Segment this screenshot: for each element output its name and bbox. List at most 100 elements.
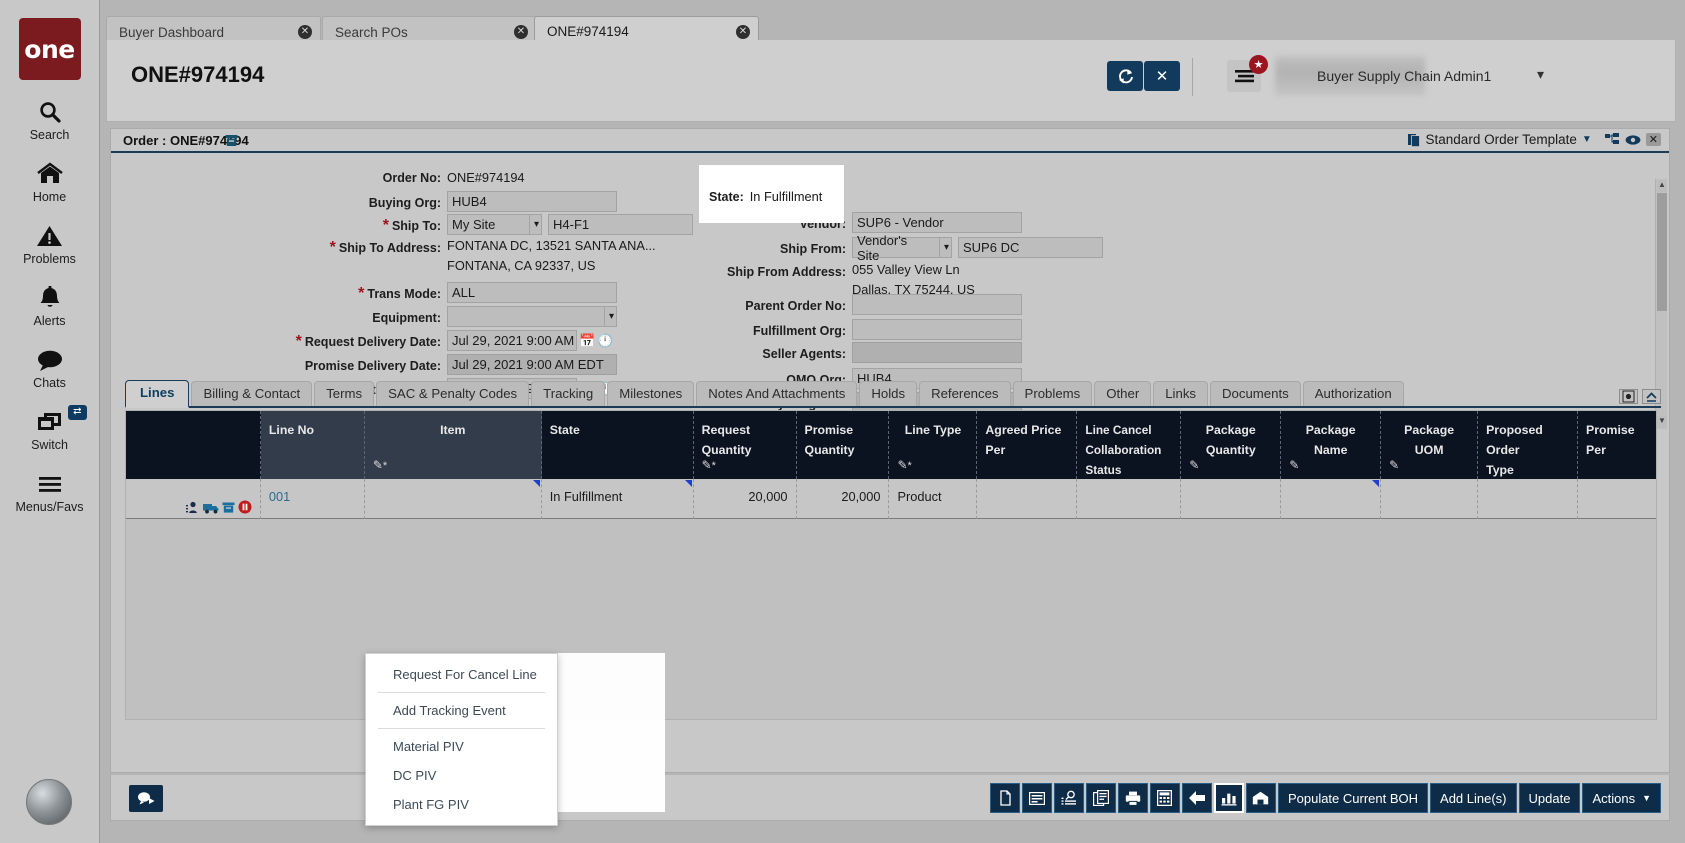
edit-icon[interactable]: ✎ xyxy=(1189,458,1199,472)
tab-lines[interactable]: Lines xyxy=(125,380,189,408)
close-icon[interactable]: ✕ xyxy=(736,25,750,39)
sidebar-item-home[interactable]: Home xyxy=(0,159,100,204)
menu-item-add-tracking-event[interactable]: Add Tracking Event xyxy=(366,696,557,725)
grid-col-request-quantity[interactable]: Request Quantity ✎* xyxy=(694,411,797,479)
sidebar-item-problems[interactable]: Problems xyxy=(0,221,100,266)
cell-package-uom[interactable] xyxy=(1381,479,1478,519)
close-icon[interactable]: ✕ xyxy=(1646,133,1661,146)
tab-terms[interactable]: Terms xyxy=(314,381,374,406)
cell-line-no[interactable]: 001 xyxy=(261,479,365,519)
cell-package-name[interactable] xyxy=(1281,479,1381,519)
tab-other[interactable]: Other xyxy=(1094,381,1151,406)
edit-icon[interactable]: ✎ xyxy=(1289,458,1299,472)
sidebar-item-menus-favs[interactable]: Menus/Favs xyxy=(0,469,100,514)
cell-line-type[interactable]: Product xyxy=(889,479,977,519)
grid-col-promise-quantity[interactable]: Promise Quantity xyxy=(797,411,890,479)
cell-line-cancel-status[interactable] xyxy=(1077,479,1181,519)
close-page-button[interactable]: ✕ xyxy=(1144,61,1180,91)
template-label[interactable]: Standard Order Template xyxy=(1426,132,1577,147)
tab-links[interactable]: Links xyxy=(1153,381,1208,406)
calendar-icon[interactable]: 📅 xyxy=(579,333,595,349)
grid-col-promise-per[interactable]: Promise Per xyxy=(1578,411,1656,479)
chevron-down-icon[interactable]: ▾ xyxy=(1537,66,1544,83)
input-ship-from-site[interactable]: SUP6 DC xyxy=(958,237,1103,258)
pause-circle-icon[interactable] xyxy=(238,500,252,514)
input-parent-order-no[interactable] xyxy=(852,294,1022,315)
tab-notes-and-attachments[interactable]: Notes And Attachments xyxy=(696,381,857,406)
actions-button[interactable]: Actions ▼ xyxy=(1582,783,1661,813)
menu-item-request-for-cancel-line[interactable]: Request For Cancel Line xyxy=(366,660,557,689)
populate-current-boh-button[interactable]: Populate Current BOH xyxy=(1278,783,1428,813)
grid-col-package-name[interactable]: Package Name ✎ xyxy=(1281,411,1381,479)
tab-references[interactable]: References xyxy=(919,381,1010,406)
add-lines-button[interactable]: Add Line(s) xyxy=(1430,783,1516,813)
update-button[interactable]: Update xyxy=(1519,783,1581,813)
menu-item-material-piv[interactable]: Material PIV xyxy=(366,732,557,761)
sidebar-item-alerts[interactable]: Alerts xyxy=(0,283,100,328)
chevron-down-icon[interactable]: ▼ xyxy=(1582,134,1592,145)
sidebar-item-switch[interactable]: ⇄ Switch xyxy=(0,407,100,452)
input-fulfillment-org[interactable] xyxy=(852,319,1022,340)
refresh-button[interactable] xyxy=(1107,61,1143,91)
grid-col-line-no[interactable]: Line No xyxy=(261,411,365,479)
select-ship-to-type[interactable]: My Site ▾ xyxy=(447,214,542,235)
input-buying-org[interactable]: HUB4 xyxy=(447,191,617,212)
close-icon[interactable]: ✕ xyxy=(514,25,528,39)
warehouse-button[interactable] xyxy=(1246,783,1276,813)
cell-state[interactable]: In Fulfillment xyxy=(542,479,694,519)
eye-icon[interactable] xyxy=(1625,134,1641,146)
tab-sac-penalty-codes[interactable]: SAC & Penalty Codes xyxy=(376,381,529,406)
cell-item[interactable] xyxy=(365,479,542,519)
grid-col-proposed-order-type[interactable]: Proposed Order Type xyxy=(1478,411,1578,479)
sidebar-item-search[interactable]: Search xyxy=(0,97,100,142)
copy-button[interactable] xyxy=(990,783,1020,813)
close-icon[interactable]: ✕ xyxy=(298,25,312,39)
cell-request-quantity[interactable]: 20,000 xyxy=(694,479,797,519)
select-ship-from-type[interactable]: Vendor's Site ▾ xyxy=(852,237,952,258)
scroll-down-arrow[interactable]: ▼ xyxy=(1657,416,1667,428)
edit-icon[interactable]: ✎* xyxy=(373,458,387,472)
grid-col-line-cancel-status[interactable]: Line Cancel Collaboration Status xyxy=(1077,411,1181,479)
tab-billing-contact[interactable]: Billing & Contact xyxy=(191,381,312,406)
scrollbar-thumb[interactable] xyxy=(1657,193,1667,311)
menu-item-dc-piv[interactable]: DC PIV xyxy=(366,761,557,790)
gear-icon[interactable] xyxy=(1619,389,1638,404)
hierarchy-icon[interactable] xyxy=(1605,133,1620,146)
cell-proposed-order-type[interactable] xyxy=(1478,479,1578,519)
select-equipment[interactable]: ▾ xyxy=(447,306,617,327)
tab-tracking[interactable]: Tracking xyxy=(531,381,605,406)
input-request-delivery-date[interactable]: Jul 29, 2021 9:00 AM EDT xyxy=(447,330,577,351)
grid-col-item[interactable]: Item ✎* xyxy=(365,411,542,479)
cell-promise-per[interactable] xyxy=(1578,479,1656,519)
scroll-up-arrow[interactable]: ▲ xyxy=(1657,180,1667,192)
note-button[interactable] xyxy=(1022,783,1052,813)
menu-item-plant-fg-piv[interactable]: Plant FG PIV xyxy=(366,790,557,819)
back-button[interactable] xyxy=(1182,783,1212,813)
collapse-icon[interactable] xyxy=(1642,389,1661,404)
list-person-icon[interactable] xyxy=(186,501,200,514)
avatar[interactable] xyxy=(26,779,72,825)
tab-holds[interactable]: Holds xyxy=(859,381,917,406)
sidebar-item-chats[interactable]: Chats xyxy=(0,345,100,390)
table-row[interactable]: 001 In Fulfillment 20,000 20,000 Product xyxy=(126,479,1656,519)
chart-button[interactable] xyxy=(1214,783,1244,813)
tab-milestones[interactable]: Milestones xyxy=(607,381,694,406)
audit-button[interactable] xyxy=(1054,783,1084,813)
edit-icon[interactable]: ✎* xyxy=(897,458,911,472)
truck-icon[interactable] xyxy=(203,501,219,514)
chat-send-button[interactable] xyxy=(129,785,163,812)
grid-col-state[interactable]: State xyxy=(542,411,694,479)
print-button[interactable] xyxy=(1118,783,1148,813)
calculator-button[interactable] xyxy=(1150,783,1180,813)
edit-icon[interactable]: ✎ xyxy=(1389,458,1399,472)
tab-documents[interactable]: Documents xyxy=(1210,381,1301,406)
grid-col-package-quantity[interactable]: Package Quantity ✎ xyxy=(1181,411,1281,479)
grid-col-package-uom[interactable]: Package UOM ✎ xyxy=(1381,411,1478,479)
input-vendor[interactable]: SUP6 - Vendor xyxy=(852,212,1022,233)
cell-package-quantity[interactable] xyxy=(1181,479,1281,519)
switch-badge-icon[interactable]: ⇄ xyxy=(68,405,86,420)
grid-col-line-type[interactable]: Line Type ✎* xyxy=(889,411,977,479)
archive-icon[interactable] xyxy=(225,134,238,147)
tab-problems[interactable]: Problems xyxy=(1013,381,1093,406)
grid-col-agreed-price-per[interactable]: Agreed Price Per xyxy=(977,411,1077,479)
